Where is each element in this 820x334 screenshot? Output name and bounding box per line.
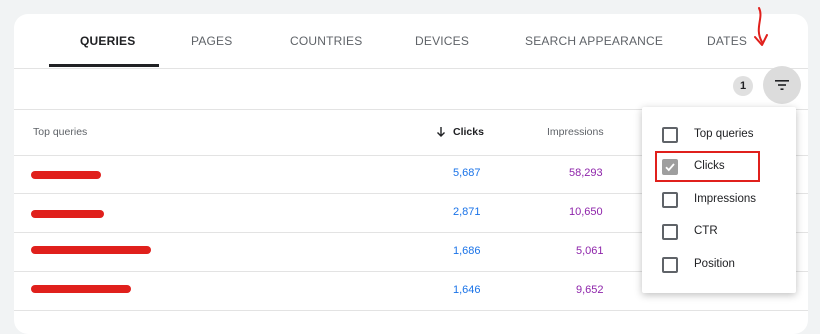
clicks-cell: 2,871 xyxy=(453,206,481,218)
redaction-mark xyxy=(31,171,101,179)
annotation-highlight-box xyxy=(655,151,760,182)
table-toolbar xyxy=(14,68,808,110)
arrow-down-icon xyxy=(437,127,445,137)
filter-count-badge: 1 xyxy=(733,76,753,96)
impressions-cell: 9,652 xyxy=(576,284,604,296)
impressions-cell: 5,061 xyxy=(576,245,604,257)
filter-icon xyxy=(775,80,789,90)
tab-devices[interactable]: DEVICES xyxy=(415,34,469,48)
column-chooser-menu: Top queries Clicks Impressions CTR Posit… xyxy=(642,107,796,293)
menu-option-label: Top queries xyxy=(694,128,754,140)
impressions-cell: 10,650 xyxy=(569,206,603,218)
tab-countries[interactable]: COUNTRIES xyxy=(290,34,362,48)
menu-option-label: Position xyxy=(694,258,735,270)
clicks-cell: 1,686 xyxy=(453,245,481,257)
checkbox[interactable] xyxy=(662,224,678,240)
active-tab-indicator xyxy=(49,64,159,67)
tab-queries[interactable]: QUERIES xyxy=(80,34,135,48)
redaction-mark xyxy=(31,246,151,254)
column-header-impressions[interactable]: Impressions xyxy=(547,126,604,138)
menu-option-ctr[interactable]: CTR xyxy=(642,218,796,246)
tab-search-appearance[interactable]: SEARCH APPEARANCE xyxy=(525,34,663,48)
tab-pages[interactable]: PAGES xyxy=(191,34,232,48)
redaction-mark xyxy=(31,285,131,293)
menu-option-position[interactable]: Position xyxy=(642,251,796,279)
menu-option-impressions[interactable]: Impressions xyxy=(642,186,796,214)
impressions-cell: 58,293 xyxy=(569,167,603,179)
checkbox[interactable] xyxy=(662,127,678,143)
column-header-clicks[interactable]: Clicks xyxy=(453,126,484,138)
checkbox[interactable] xyxy=(662,192,678,208)
column-header-query[interactable]: Top queries xyxy=(33,126,87,138)
tab-dates[interactable]: DATES xyxy=(707,34,747,48)
checkbox[interactable] xyxy=(662,257,678,273)
menu-option-label: Impressions xyxy=(694,193,756,205)
clicks-cell: 1,646 xyxy=(453,284,481,296)
menu-option-label: CTR xyxy=(694,225,718,237)
annotation-arrow xyxy=(754,7,768,46)
clicks-cell: 5,687 xyxy=(453,167,481,179)
filter-button[interactable] xyxy=(763,66,801,104)
dimension-tabs: QUERIES PAGES COUNTRIES DEVICES SEARCH A… xyxy=(14,14,808,69)
redaction-mark xyxy=(31,210,104,218)
menu-option-top-queries[interactable]: Top queries xyxy=(642,121,796,149)
